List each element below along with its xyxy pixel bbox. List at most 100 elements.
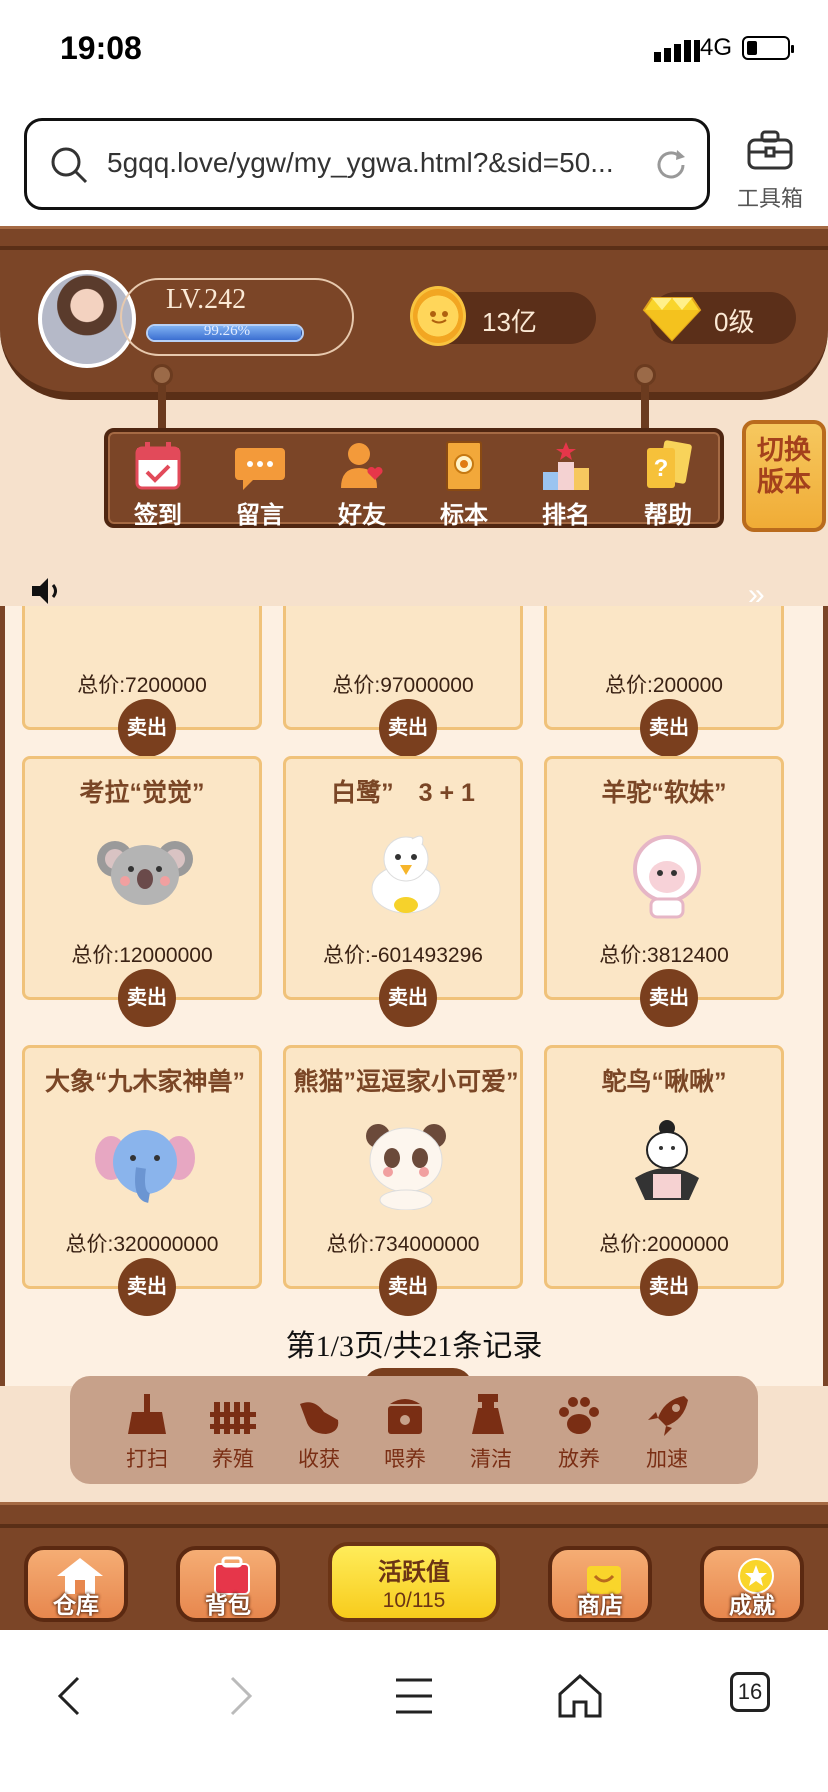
- action-label: 清洁: [470, 1448, 512, 1471]
- menu-icon[interactable]: [388, 1670, 440, 1722]
- sell-button[interactable]: 卖出: [379, 1258, 437, 1316]
- browser-nav-bar: 16: [0, 1630, 828, 1792]
- menu-label: 留言: [236, 502, 284, 529]
- level-text: LV.242: [166, 284, 247, 315]
- coin-icon: [410, 286, 466, 346]
- menu-specimen[interactable]: 标本: [426, 440, 502, 529]
- status-time: 19:08: [60, 30, 142, 66]
- action-label: 打扫: [126, 1448, 168, 1471]
- action-label: 喂养: [384, 1448, 426, 1471]
- action-release[interactable]: 放养: [544, 1394, 614, 1473]
- action-label: 收获: [298, 1448, 340, 1471]
- sell-button[interactable]: 卖出: [118, 969, 176, 1027]
- level-progress-bar: 99.26%: [146, 324, 304, 342]
- sell-button[interactable]: 卖出: [640, 699, 698, 757]
- svg-text:?: ?: [654, 455, 669, 482]
- sell-button[interactable]: 卖出: [379, 969, 437, 1027]
- action-feed[interactable]: 喂养: [370, 1394, 440, 1473]
- animal-card: 总价:97000000 卖出: [283, 606, 523, 757]
- paw-icon: [559, 1397, 599, 1434]
- address-bar[interactable]: 5gqq.love/ygw/my_ygwa.html?&sid=50...: [24, 118, 710, 210]
- action-label: 养殖: [212, 1448, 254, 1471]
- friend-heart-icon: [341, 443, 383, 488]
- menu-label: 排名: [542, 502, 590, 529]
- shop-button[interactable]: 商店: [548, 1546, 652, 1622]
- backpack-button[interactable]: 背包: [176, 1546, 280, 1622]
- sell-button[interactable]: 卖出: [640, 1258, 698, 1316]
- action-speedup[interactable]: 加速: [632, 1394, 702, 1473]
- bottom-wood-board: 仓库 背包 活跃值 10/115 商店 成就: [0, 1502, 828, 1630]
- diamond-icon: [642, 297, 702, 342]
- action-harvest[interactable]: 收获: [284, 1394, 354, 1473]
- animal-card: 总价:7200000 卖出: [22, 606, 262, 757]
- tab-count-button[interactable]: 16: [730, 1672, 770, 1712]
- warehouse-label: 仓库: [53, 1592, 99, 1618]
- help-card-icon: ?: [647, 440, 692, 488]
- reload-icon[interactable]: [653, 147, 689, 183]
- chat-bubble-icon: [235, 448, 285, 490]
- activity-value-button[interactable]: 活跃值 10/115: [328, 1542, 500, 1622]
- hand-icon: [300, 1402, 339, 1434]
- switch-version-line1: 切换: [757, 435, 811, 465]
- animal-card: 羊驼“软妹” 总价:3812400 卖出: [544, 756, 784, 1027]
- animal-card: 鸵鸟“啾啾” 总价:2000000 卖出: [544, 1045, 784, 1316]
- card-title: 熊猫”逗逗家小可爱”: [293, 1068, 519, 1096]
- switch-version-button[interactable]: 切换 版本: [742, 420, 826, 532]
- menu-label: 标本: [440, 502, 488, 529]
- menu-signin[interactable]: 签到: [120, 440, 196, 529]
- menu-help[interactable]: ? 帮助: [630, 440, 706, 529]
- animal-card: 熊猫”逗逗家小可爱” 总价:734000000 卖出: [283, 1045, 523, 1316]
- sell-button[interactable]: 卖出: [640, 969, 698, 1027]
- status-bar: 19:08 4G: [0, 0, 828, 100]
- animal-card: 总价:200000 卖出: [544, 606, 784, 757]
- alpaca-icon: [633, 835, 701, 919]
- card-title: 羊驼“软妹”: [601, 779, 727, 807]
- activity-value: 10/115: [382, 1589, 446, 1612]
- main-menu-board: 签到 留言 好友 标本 排名 ? 帮助: [104, 428, 724, 529]
- calendar-check-icon: [135, 442, 181, 490]
- specimen-book-icon: [446, 441, 482, 491]
- toolbox-label: 工具箱: [736, 186, 803, 211]
- animal-card: 考拉“觉觉” 总价:12000000 卖出: [22, 756, 262, 1027]
- sell-button[interactable]: 卖出: [118, 699, 176, 757]
- sell-button[interactable]: 卖出: [118, 1258, 176, 1316]
- rocket-icon: [648, 1396, 688, 1436]
- warehouse-button[interactable]: 仓库: [24, 1546, 128, 1622]
- toolbox-button[interactable]: 工具箱: [730, 128, 810, 213]
- menu-friends[interactable]: 好友: [324, 440, 400, 529]
- broom-icon: [128, 1394, 166, 1434]
- diamond-level-text: 0级: [714, 307, 755, 337]
- menu-label: 好友: [338, 502, 386, 529]
- top-wood-board: LV.242 99.26% 13亿 0级: [0, 226, 828, 432]
- koala-icon: [97, 841, 193, 905]
- forward-icon[interactable]: [214, 1670, 266, 1722]
- signal-icon: [654, 40, 700, 62]
- card-title: 鸵鸟“啾啾”: [601, 1068, 727, 1096]
- card-price: 总价:7200000: [77, 674, 207, 697]
- action-cleanse[interactable]: 清洁: [456, 1394, 526, 1473]
- action-label: 加速: [646, 1448, 688, 1471]
- back-icon[interactable]: [44, 1670, 96, 1722]
- animal-card: 白鹭” 3 + 1 总价:-601493296 卖出: [283, 756, 523, 1027]
- card-price: 总价:320000000: [65, 1233, 219, 1256]
- home-icon[interactable]: [554, 1670, 606, 1722]
- action-label: 放养: [558, 1448, 600, 1471]
- url-text[interactable]: 5gqq.love/ygw/my_ygwa.html?&sid=50...: [107, 147, 614, 179]
- speaker-icon[interactable]: [30, 574, 64, 608]
- menu-message[interactable]: 留言: [222, 440, 298, 529]
- sell-button[interactable]: 卖出: [379, 699, 437, 757]
- card-title: 白鹭” 3 + 1: [331, 779, 475, 807]
- action-breed[interactable]: 养殖: [198, 1394, 268, 1473]
- menu-ranking[interactable]: 排名: [528, 440, 604, 529]
- achievement-button[interactable]: 成就: [700, 1546, 804, 1622]
- diamond-level: 0级: [642, 292, 796, 344]
- backpack-label: 背包: [205, 1592, 251, 1618]
- elephant-icon: [95, 1130, 195, 1203]
- spray-bottle-icon: [472, 1394, 504, 1434]
- card-price: 总价:2000000: [599, 1233, 729, 1256]
- pagination-text: 第1/3页/共21条记录: [285, 1330, 543, 1363]
- action-clean-sweep[interactable]: 打扫: [112, 1394, 182, 1473]
- animal-list: 总价:7200000 卖出 总价:97000000 卖出 总价:200000 卖…: [0, 606, 828, 1386]
- card-price: 总价:734000000: [326, 1233, 480, 1256]
- egret-icon: [371, 835, 441, 914]
